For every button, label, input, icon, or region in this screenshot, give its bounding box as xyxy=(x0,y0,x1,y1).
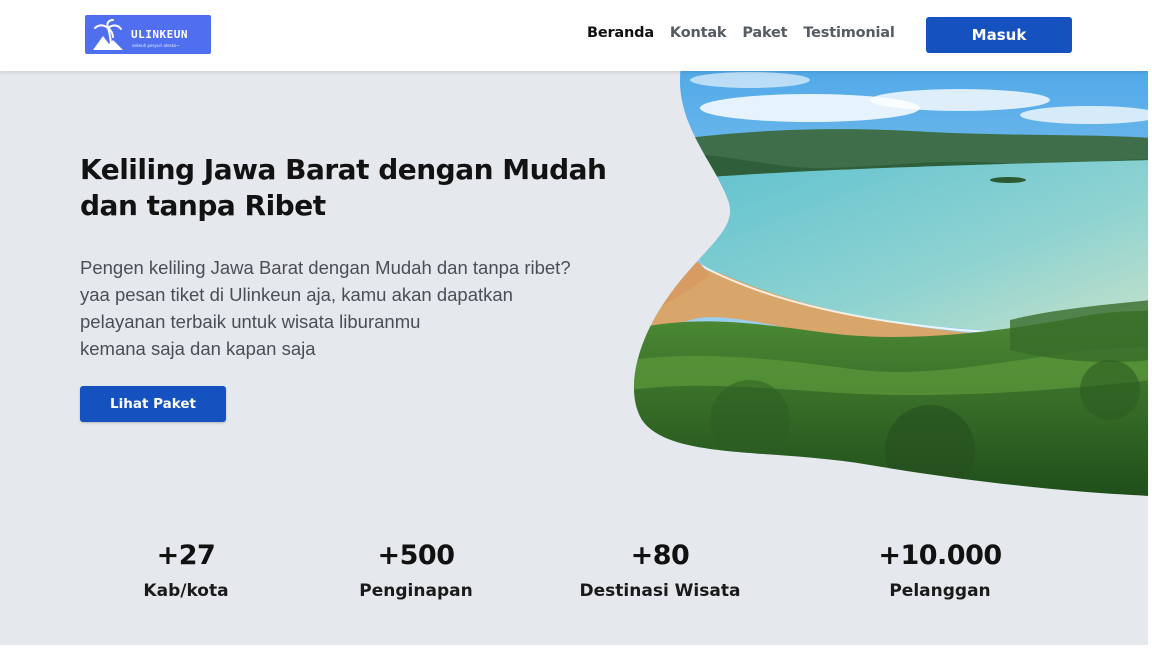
login-button[interactable]: Masuk xyxy=(926,17,1072,53)
stat-value: +10.000 xyxy=(878,540,1002,571)
navbar: ULINKEUN sekeuh pesyuri alesko~ Beranda … xyxy=(0,0,1152,71)
nav-link-beranda[interactable]: Beranda xyxy=(587,25,654,41)
stat-label: Penginapan xyxy=(359,581,473,601)
stat-label: Pelanggan xyxy=(889,581,991,601)
palm-tree-icon xyxy=(93,19,123,50)
stat-pelanggan: +10.000 Pelanggan xyxy=(870,540,1010,601)
nav-link-kontak[interactable]: Kontak xyxy=(670,25,727,41)
stat-penginapan: +500 Penginapan xyxy=(346,540,486,601)
view-packages-button[interactable]: Lihat Paket xyxy=(80,386,226,422)
brand-tagline: sekeuh pesyuri alesko~ xyxy=(132,43,180,48)
brand-logo[interactable]: ULINKEUN sekeuh pesyuri alesko~ xyxy=(85,15,211,54)
stat-value: +80 xyxy=(630,540,690,571)
stat-value: +27 xyxy=(156,540,216,571)
landing-page: ULINKEUN sekeuh pesyuri alesko~ Beranda … xyxy=(0,0,1152,649)
hero-title: Keliling Jawa Barat dengan Mudah dan tan… xyxy=(80,153,607,222)
stat-label: Destinasi Wisata xyxy=(579,581,741,601)
stat-label: Kab/kota xyxy=(143,581,229,601)
stat-value: +500 xyxy=(377,540,455,571)
right-edge xyxy=(1148,0,1152,649)
stat-destinasi: +80 Destinasi Wisata xyxy=(570,540,750,601)
stat-kabkota: +27 Kab/kota xyxy=(126,540,246,601)
nav-link-paket[interactable]: Paket xyxy=(742,25,787,41)
bottom-edge xyxy=(0,645,1152,649)
nav-links: Beranda Kontak Paket Testimonial xyxy=(587,25,911,41)
brand-name: ULINKEUN xyxy=(131,28,188,41)
nav-link-testimonial[interactable]: Testimonial xyxy=(803,25,894,41)
hero-coast-image xyxy=(633,60,1152,496)
hero-description: Pengen keliling Jawa Barat dengan Mudah … xyxy=(80,257,571,359)
